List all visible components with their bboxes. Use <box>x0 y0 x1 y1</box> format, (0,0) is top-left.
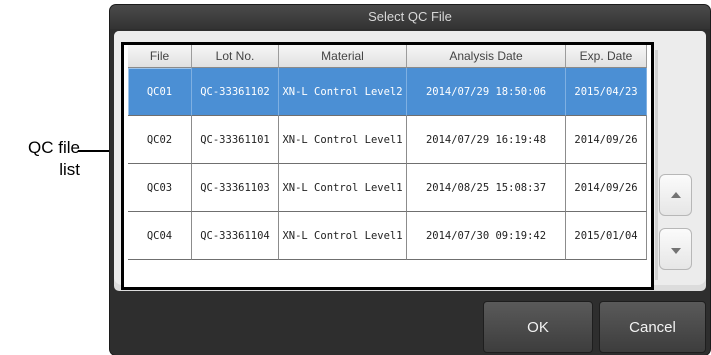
column-header-analysis-date[interactable]: Analysis Date <box>407 45 566 68</box>
dialog-title: Select QC File <box>110 5 710 29</box>
cell-material[interactable]: XN-L Control Level1 <box>279 164 407 212</box>
callout-label-line1: QC file <box>28 138 80 157</box>
ok-button[interactable]: OK <box>483 301 593 353</box>
cell-material[interactable]: XN-L Control Level2 <box>279 68 407 116</box>
scrollbar-track[interactable] <box>655 50 658 280</box>
cell-analysis-date[interactable]: 2014/07/30 09:19:42 <box>407 212 566 260</box>
cell-analysis-date[interactable]: 2014/08/25 15:08:37 <box>407 164 566 212</box>
cancel-button[interactable]: Cancel <box>599 301 706 353</box>
content-panel: File Lot No. Material Analysis Date Exp.… <box>114 31 706 291</box>
cell-exp-date[interactable]: 2014/09/26 <box>566 164 647 212</box>
cell-analysis-date[interactable]: 2014/07/29 16:19:48 <box>407 116 566 164</box>
triangle-down-icon <box>671 248 681 254</box>
scroll-up-button[interactable] <box>659 174 692 216</box>
cell-exp-date[interactable]: 2014/09/26 <box>566 116 647 164</box>
column-header-file[interactable]: File <box>128 45 192 68</box>
qc-file-list: File Lot No. Material Analysis Date Exp.… <box>121 42 654 290</box>
cell-lot-no[interactable]: QC-33361103 <box>192 164 279 212</box>
callout-label: QC file list <box>0 137 80 181</box>
callout-label-line2: list <box>59 160 80 179</box>
triangle-up-icon <box>671 192 681 198</box>
column-header-lot-no[interactable]: Lot No. <box>192 45 279 68</box>
column-header-exp-date[interactable]: Exp. Date <box>566 45 647 68</box>
cell-material[interactable]: XN-L Control Level1 <box>279 116 407 164</box>
cell-exp-date[interactable]: 2015/01/04 <box>566 212 647 260</box>
cell-file[interactable]: QC01 <box>128 68 192 116</box>
select-qc-file-dialog: Select QC File File Lot No. Material Ana… <box>110 5 710 355</box>
column-header-material[interactable]: Material <box>279 45 407 68</box>
qc-file-table: File Lot No. Material Analysis Date Exp.… <box>128 45 647 260</box>
cell-lot-no[interactable]: QC-33361104 <box>192 212 279 260</box>
cell-analysis-date[interactable]: 2014/07/29 18:50:06 <box>407 68 566 116</box>
cell-file[interactable]: QC04 <box>128 212 192 260</box>
cell-material[interactable]: XN-L Control Level1 <box>279 212 407 260</box>
cell-lot-no[interactable]: QC-33361102 <box>192 68 279 116</box>
scroll-down-button[interactable] <box>659 228 692 270</box>
cell-file[interactable]: QC03 <box>128 164 192 212</box>
cell-lot-no[interactable]: QC-33361101 <box>192 116 279 164</box>
content-panel-body: File Lot No. Material Analysis Date Exp.… <box>114 31 706 290</box>
cell-exp-date[interactable]: 2015/04/23 <box>566 68 647 116</box>
cell-file[interactable]: QC02 <box>128 116 192 164</box>
